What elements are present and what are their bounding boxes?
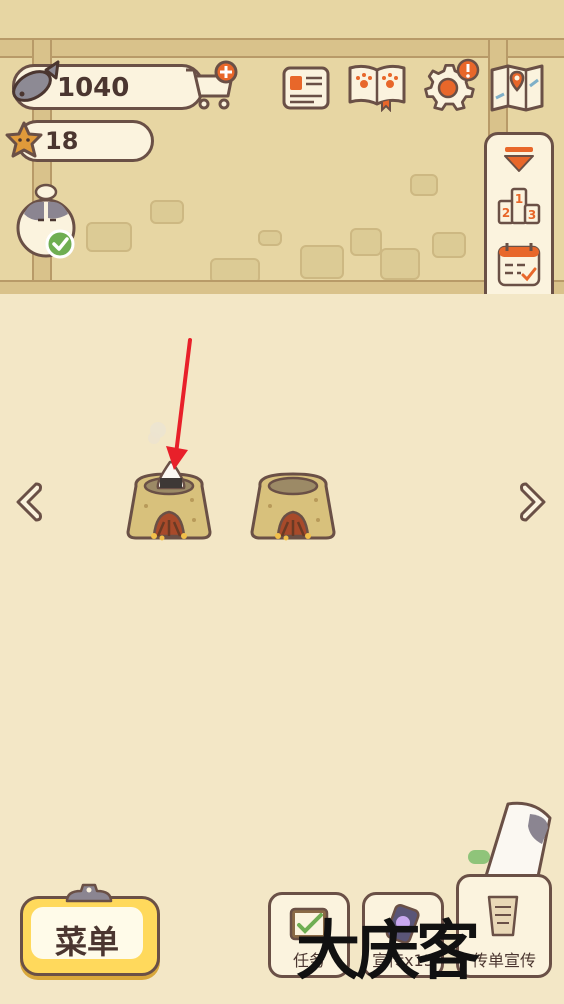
red-pointer-arrow xyxy=(166,338,192,470)
star-count: 18 xyxy=(45,127,79,155)
wall-stone xyxy=(410,174,438,196)
podium-third-digit: 3 xyxy=(528,208,536,222)
gear-icon[interactable] xyxy=(420,58,482,114)
wall-stone xyxy=(432,232,466,258)
podium-second-digit: 2 xyxy=(502,206,510,220)
clipboard-clip-icon xyxy=(65,883,113,903)
chef-cat-avatar[interactable] xyxy=(14,180,80,260)
wall-stone xyxy=(86,222,132,252)
menu-button[interactable]: 菜单 xyxy=(20,883,160,976)
check-badge-icon xyxy=(45,229,75,259)
recipe-card-icon[interactable] xyxy=(280,62,332,114)
fish-icon xyxy=(12,60,60,102)
menu-button-face: 菜单 xyxy=(31,907,143,961)
calendar-check-icon[interactable] xyxy=(495,239,543,289)
fish-count: 1040 xyxy=(57,73,130,103)
star-icon xyxy=(5,121,43,158)
wall-stone xyxy=(300,245,344,279)
chevron-down-icon[interactable] xyxy=(495,143,543,177)
empty-stove[interactable] xyxy=(248,466,338,542)
watermark-text: 大庆客 xyxy=(296,914,480,989)
map-icon[interactable] xyxy=(488,60,546,114)
wall-stone xyxy=(150,200,184,224)
podium-icon[interactable]: 2 1 3 xyxy=(495,183,543,227)
wall-stone xyxy=(350,228,382,256)
flyer-paper-icon xyxy=(487,895,519,937)
wall-stone xyxy=(258,230,282,246)
next-area-arrow-icon[interactable] xyxy=(518,478,552,526)
cart-plus-icon[interactable] xyxy=(182,58,242,114)
paw-book-icon[interactable] xyxy=(346,60,408,112)
podium-first-digit: 1 xyxy=(515,192,523,206)
wall-stone xyxy=(380,248,420,280)
menu-label: 菜单 xyxy=(54,923,119,961)
prev-area-arrow-icon[interactable] xyxy=(10,478,44,526)
wall-beam-top xyxy=(0,38,564,58)
game-screen: 1040 18 2 1 3 菜单 任务 宣传x15 传单宣传 大庆客 xyxy=(0,0,564,1004)
